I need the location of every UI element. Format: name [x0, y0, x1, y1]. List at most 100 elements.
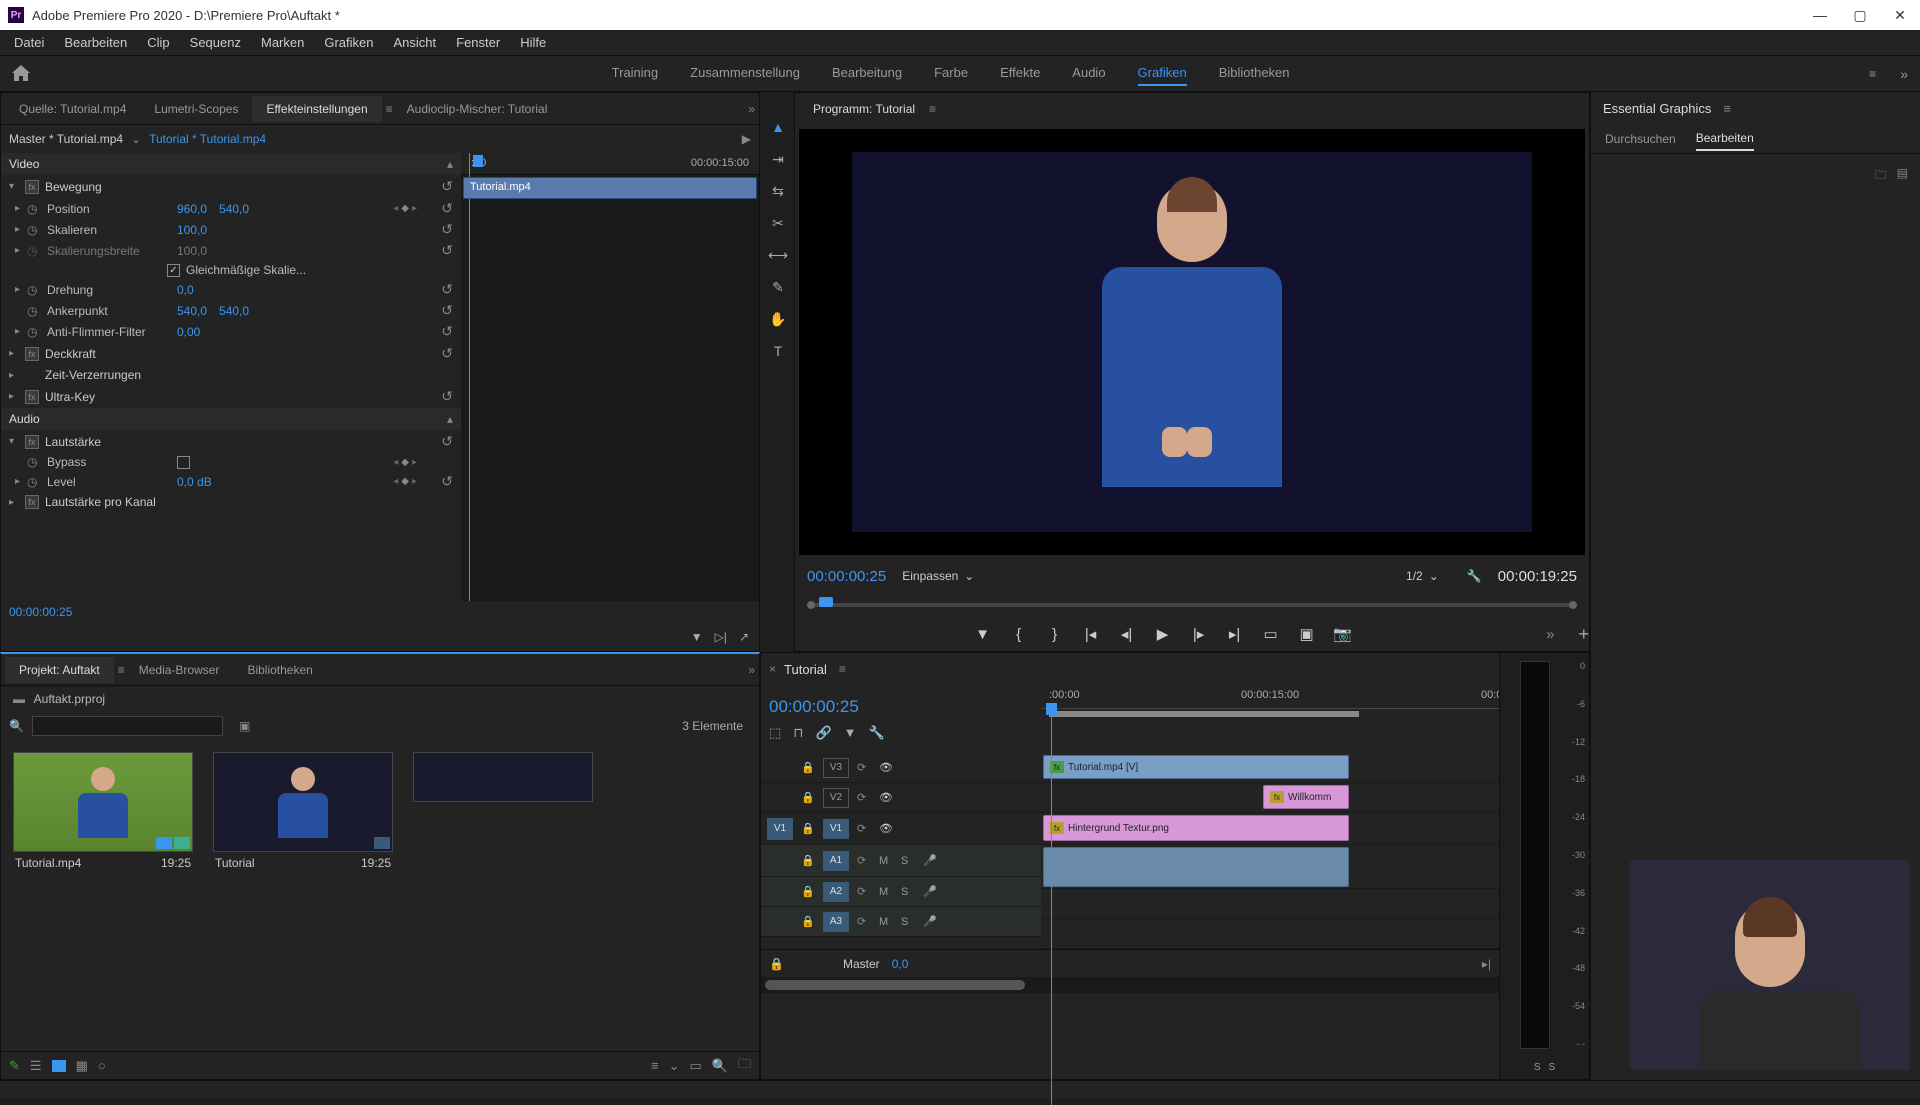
workspace-tab-grafiken[interactable]: Grafiken: [1138, 61, 1187, 86]
master-value[interactable]: 0,0: [892, 957, 909, 971]
panel-menu-icon[interactable]: ≡: [929, 102, 936, 116]
master-track[interactable]: 🔒 Master 0,0 ▸|: [761, 949, 1499, 977]
settings-icon[interactable]: 🔧: [1467, 569, 1482, 583]
reset-icon[interactable]: ↺: [441, 242, 453, 259]
reset-icon[interactable]: ↺: [441, 433, 453, 450]
fx-deckkraft[interactable]: ▸fx Deckkraft ↺: [1, 342, 461, 365]
bin-item[interactable]: [413, 752, 593, 874]
marker-icon[interactable]: ▼: [844, 725, 857, 741]
reset-icon[interactable]: ↺: [441, 345, 453, 362]
position-y-value[interactable]: 540,0: [219, 202, 249, 216]
filter-icon[interactable]: ▼: [691, 630, 703, 644]
track-header-v1[interactable]: V1🔒V1⟳👁: [761, 813, 1041, 845]
sequence-clip-label[interactable]: Tutorial * Tutorial.mp4: [149, 132, 266, 146]
lock-icon[interactable]: 🔒: [769, 957, 783, 971]
search-input[interactable]: [32, 716, 223, 736]
drehung-value[interactable]: 0,0: [177, 283, 194, 297]
track-target[interactable]: V3: [823, 758, 849, 778]
reset-icon[interactable]: ↺: [441, 473, 453, 490]
layers-icon[interactable]: ▤: [1897, 166, 1908, 187]
export-frame-button[interactable]: 📷: [1333, 625, 1353, 643]
fit-dropdown[interactable]: Einpassen⌄: [902, 569, 974, 583]
hand-tool[interactable]: ✋: [767, 308, 789, 330]
mark-out-button[interactable]: }: [1045, 626, 1065, 643]
step-forward-button[interactable]: |▸: [1189, 625, 1209, 643]
reset-icon[interactable]: ↺: [441, 323, 453, 340]
zoom-slider-icon[interactable]: ○: [98, 1058, 106, 1073]
sort-icon[interactable]: ≡: [651, 1058, 659, 1073]
track-target[interactable]: A1: [823, 851, 849, 871]
workspace-menu-icon[interactable]: ≡: [1869, 67, 1876, 81]
lock-icon[interactable]: 🔒: [801, 822, 815, 835]
panel-menu-icon[interactable]: ≡: [386, 102, 393, 116]
reset-icon[interactable]: ↺: [441, 302, 453, 319]
program-viewer[interactable]: [799, 129, 1585, 555]
track-header-a1[interactable]: 🔒A1⟳MS🎤: [761, 845, 1041, 877]
solo-left[interactable]: S: [1534, 1062, 1541, 1073]
minimize-button[interactable]: —: [1808, 3, 1832, 27]
settings-icon[interactable]: 🔧: [869, 725, 885, 741]
reset-icon[interactable]: ↺: [441, 388, 453, 405]
eye-icon[interactable]: 👁: [879, 791, 893, 804]
eye-icon[interactable]: 👁: [879, 822, 893, 835]
next-keyframe-icon[interactable]: ▸: [412, 203, 417, 214]
step-back-button[interactable]: ◂|: [1117, 625, 1137, 643]
clip-a1[interactable]: [1043, 847, 1349, 887]
snap-icon[interactable]: ⊓: [793, 725, 803, 741]
menu-datei[interactable]: Datei: [4, 31, 54, 54]
menu-clip[interactable]: Clip: [137, 31, 179, 54]
program-scrubber[interactable]: [807, 593, 1577, 617]
track-select-tool[interactable]: ⇥: [767, 148, 789, 170]
razor-tool[interactable]: ✂: [767, 212, 789, 234]
position-x-value[interactable]: 960,0: [177, 202, 207, 216]
track-target[interactable]: A2: [823, 882, 849, 902]
lift-button[interactable]: ▭: [1261, 625, 1281, 643]
add-marker-button[interactable]: ▼: [973, 626, 993, 643]
icon-view-icon[interactable]: [52, 1060, 66, 1072]
uniform-scale-checkbox[interactable]: [167, 264, 180, 277]
scrollbar-thumb[interactable]: [765, 980, 1025, 990]
mini-playhead[interactable]: [473, 155, 483, 167]
play-button[interactable]: ▶: [1153, 625, 1173, 643]
track-header-v2[interactable]: 🔒V2⟳👁: [761, 783, 1041, 813]
level-value[interactable]: 0,0 dB: [177, 475, 212, 489]
sequence-name[interactable]: Tutorial: [784, 662, 827, 677]
menu-grafiken[interactable]: Grafiken: [314, 31, 383, 54]
pen-tool[interactable]: ✎: [767, 276, 789, 298]
fx-bewegung[interactable]: ▾fx Bewegung ↺: [1, 175, 461, 198]
button-editor-icon[interactable]: +: [1579, 624, 1590, 645]
eye-icon[interactable]: 👁: [879, 761, 893, 774]
freeform-view-icon[interactable]: ▦: [76, 1058, 88, 1074]
project-tab[interactable]: Projekt: Auftakt: [5, 657, 114, 683]
camera-icon[interactable]: ▣: [239, 719, 250, 733]
twirl-icon[interactable]: ▸: [15, 284, 20, 295]
workspace-tab-effekte[interactable]: Effekte: [1000, 61, 1040, 86]
source-tab[interactable]: Quelle: Tutorial.mp4: [5, 96, 140, 122]
timeline-hscroll[interactable]: [761, 977, 1499, 993]
timeline-timecode[interactable]: 00:00:00:25: [769, 693, 1033, 721]
twirl-icon[interactable]: ▸: [15, 245, 20, 256]
clip-v3[interactable]: fxTutorial.mp4 [V]: [1043, 755, 1349, 779]
chevrons-icon[interactable]: »: [1546, 626, 1554, 643]
prev-keyframe-icon[interactable]: ◂: [393, 203, 398, 214]
mute-button[interactable]: M: [879, 855, 893, 867]
source-tab[interactable]: Effekteinstellungen: [252, 96, 381, 122]
eg-tab-bearbeiten[interactable]: Bearbeiten: [1696, 127, 1754, 151]
fx-icon[interactable]: fx: [25, 495, 39, 509]
effect-mini-timeline[interactable]: :00 00:00:15:00 Tutorial.mp4: [461, 153, 759, 601]
menu-bearbeiten[interactable]: Bearbeiten: [54, 31, 137, 54]
program-tab[interactable]: Programm: Tutorial: [803, 96, 925, 122]
menu-marken[interactable]: Marken: [251, 31, 314, 54]
audio-section-header[interactable]: Audio▴: [1, 408, 461, 430]
new-bin-icon[interactable]: 🗀: [738, 1055, 751, 1077]
mark-in-button[interactable]: {: [1009, 626, 1029, 643]
clip-v1[interactable]: fxHintergrund Textur.png: [1043, 815, 1349, 841]
type-tool[interactable]: T: [767, 340, 789, 362]
track-target[interactable]: V1: [823, 819, 849, 839]
fx-lautstarke-kanal[interactable]: ▸fx Lautstärke pro Kanal: [1, 492, 461, 512]
chevron-down-icon[interactable]: ⌄: [669, 1058, 680, 1074]
lock-icon[interactable]: 🔒: [801, 791, 815, 804]
solo-right[interactable]: S: [1549, 1062, 1556, 1073]
solo-button[interactable]: S: [901, 855, 915, 867]
voice-over-icon[interactable]: 🎤: [923, 854, 937, 867]
